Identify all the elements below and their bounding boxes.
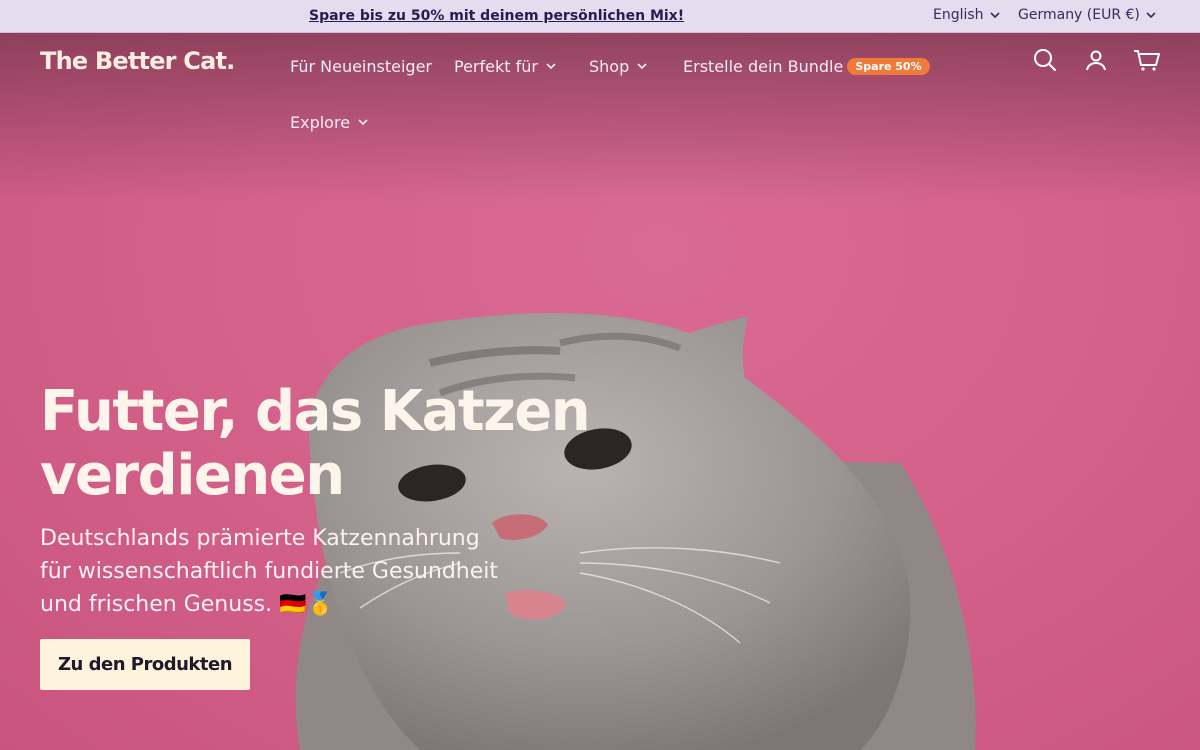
chevron-down-icon	[637, 63, 647, 70]
language-selector[interactable]: English	[933, 7, 1000, 23]
hero-headline: Futter, das Katzen verdienen	[40, 379, 591, 508]
nav-item-perfekt-fuer[interactable]: Perfekt für	[454, 57, 556, 76]
nav-item-fuer-neueinsteiger[interactable]: Für Neueinsteiger	[290, 57, 432, 76]
products-cta-button[interactable]: Zu den Produkten	[40, 639, 250, 690]
search-icon[interactable]	[1033, 48, 1057, 72]
nav-item-erstelle-bundle[interactable]: Erstelle dein Bundle Spare 50%	[683, 57, 930, 76]
chevron-down-icon	[546, 63, 556, 70]
discount-badge: Spare 50%	[847, 58, 930, 75]
logo[interactable]: The Better Cat.	[40, 47, 235, 75]
nav-item-explore[interactable]: Explore	[290, 113, 368, 132]
country-selector[interactable]: Germany (EUR €)	[1018, 7, 1156, 23]
announcement-bar: Spare bis zu 50% mit deinem persönlichen…	[0, 0, 1200, 33]
chevron-down-icon	[989, 11, 1000, 18]
nav-label: Shop	[589, 57, 630, 76]
nav-label: Perfekt für	[454, 57, 538, 76]
country-label: Germany (EUR €)	[1018, 7, 1140, 23]
announcement-link[interactable]: Spare bis zu 50% mit deinem persönlichen…	[309, 8, 684, 24]
nav-label: Explore	[290, 113, 351, 132]
hero-subline: Deutschlands prämierte Katzennahrung für…	[40, 526, 499, 617]
chevron-down-icon	[1146, 11, 1156, 18]
chevron-down-icon	[358, 119, 368, 126]
nav-label: Für Neueinsteiger	[290, 57, 432, 76]
account-icon[interactable]	[1084, 48, 1108, 72]
nav-label: Erstelle dein Bundle	[683, 57, 844, 76]
cart-icon[interactable]	[1133, 48, 1160, 72]
language-label: English	[933, 7, 984, 23]
nav-item-shop[interactable]: Shop	[589, 57, 647, 76]
